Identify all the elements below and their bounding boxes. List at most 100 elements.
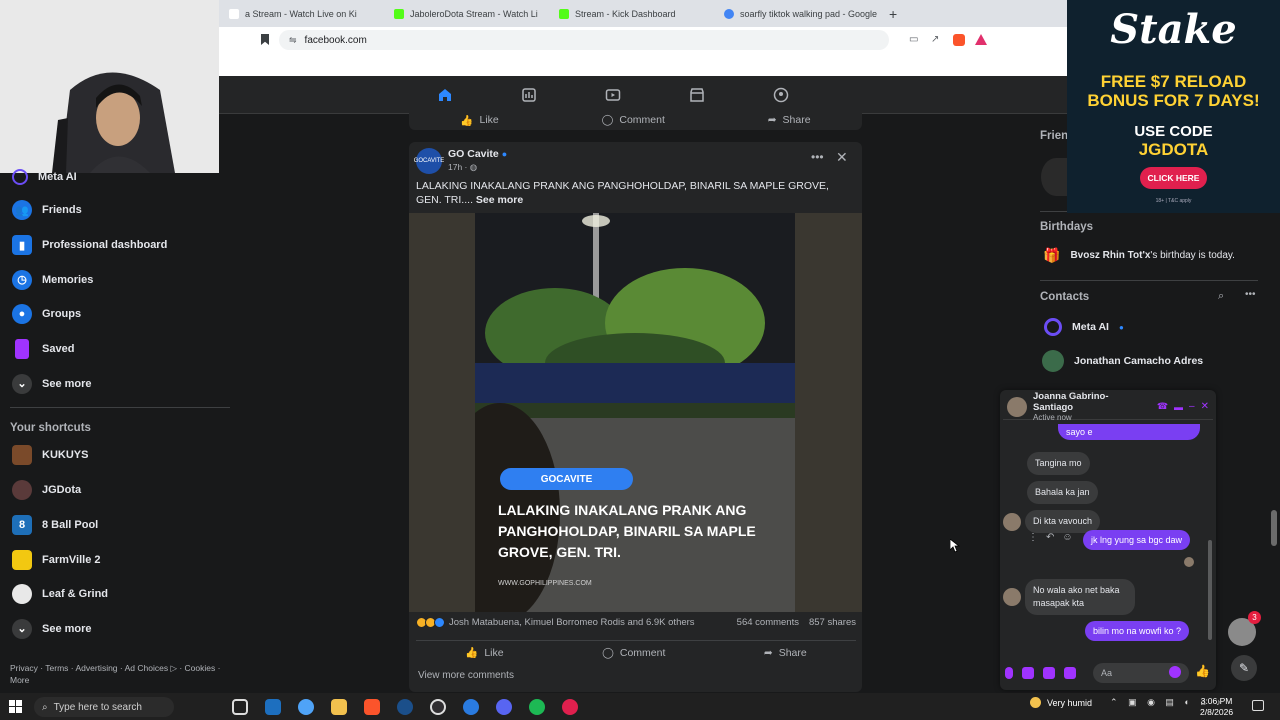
shortcut-leaf-and-grind[interactable]: Leaf & Grind xyxy=(0,577,240,612)
more-options-icon[interactable]: ••• xyxy=(1245,289,1256,300)
contact-meta-ai[interactable]: Meta AI ● xyxy=(1032,310,1124,344)
shortcut-kukuys[interactable]: KUKUYS xyxy=(0,438,240,473)
file-explorer-icon[interactable] xyxy=(331,699,347,715)
call-icon[interactable]: ☎ xyxy=(1157,401,1168,412)
discord-icon[interactable] xyxy=(496,699,512,715)
dashboard-icon: ▮ xyxy=(12,235,32,256)
sidebar-item-friends[interactable]: 👥 Friends xyxy=(0,193,240,228)
contact-jonathan[interactable]: Jonathan Camacho Adres xyxy=(1032,344,1203,378)
bookmark-icon[interactable] xyxy=(261,34,269,45)
close-chat-icon[interactable]: ✕ xyxy=(1201,401,1209,412)
page-avatar[interactable]: GOCAVITE xyxy=(414,148,444,174)
chat-header[interactable]: Joanna Gabrino-Santiago Active now ☎ ▬ –… xyxy=(1003,391,1213,422)
post-timestamp[interactable]: 17h · ◍ xyxy=(448,162,477,173)
shortcut-jgdota[interactable]: JGDota xyxy=(0,473,240,508)
notifications-icon[interactable] xyxy=(1252,700,1264,711)
comment-button[interactable]: ◯ Comment xyxy=(602,647,665,659)
new-message-icon[interactable]: ✎ xyxy=(1231,655,1257,681)
video-call-icon[interactable]: ▬ xyxy=(1174,402,1183,412)
share-button[interactable]: ➦ Share xyxy=(768,114,811,126)
brave-rewards-icon[interactable] xyxy=(975,34,987,45)
sidebar-footer-links[interactable]: Privacy · Terms · Advertising · Ad Choic… xyxy=(10,662,230,686)
see-more-link[interactable]: See more xyxy=(476,194,523,206)
browser-tab[interactable]: Stream - Kick Dashboard xyxy=(549,0,714,27)
task-view-icon[interactable] xyxy=(232,699,248,715)
sidebar-item-saved[interactable]: Saved xyxy=(0,332,240,367)
weather-icon[interactable] xyxy=(1030,697,1041,708)
page-scrollbar[interactable] xyxy=(1271,510,1277,546)
feeds-icon[interactable] xyxy=(517,83,541,107)
sticker-icon[interactable] xyxy=(1043,667,1055,679)
address-bar-row: ⇋ facebook.com ▭ ↗ xyxy=(219,27,1067,53)
post-options-icon[interactable]: ••• xyxy=(811,150,824,164)
chat-scrollbar[interactable] xyxy=(1208,540,1212,640)
friend-requests-heading: Frien xyxy=(1040,130,1069,142)
spotify-icon[interactable] xyxy=(529,699,545,715)
birthday-row[interactable]: 🎁 Bvosz Rhin Tot'x's birthday is today. xyxy=(1043,247,1235,264)
minimize-icon[interactable]: – xyxy=(1189,401,1195,412)
more-icon[interactable]: ⋮ xyxy=(1028,532,1038,543)
reaction-names[interactable]: Josh Matabuena, Kimuel Borromeo Rodis an… xyxy=(449,617,695,628)
close-icon[interactable]: ✕ xyxy=(836,149,848,166)
like-label: Like xyxy=(479,114,499,126)
search-icon[interactable]: ⌕ xyxy=(1218,290,1224,303)
browser-tab[interactable]: soarfly tiktok walking pad - Google S xyxy=(714,0,879,27)
ad-code-label: USE CODE xyxy=(1134,123,1213,140)
vscode-icon[interactable] xyxy=(265,699,281,715)
comment-count[interactable]: 564 comments xyxy=(737,617,799,628)
like-button[interactable]: 👍 Like xyxy=(460,114,498,127)
google-icon xyxy=(724,8,734,19)
obs-icon[interactable] xyxy=(430,699,446,715)
marketplace-icon[interactable] xyxy=(685,83,709,107)
emoji-icon[interactable] xyxy=(1169,666,1181,678)
8-ball-pool-icon: 8 xyxy=(12,514,32,535)
sidebar-item-groups[interactable]: ● Groups xyxy=(0,297,240,332)
saved-icon xyxy=(15,339,29,360)
ad-click-button[interactable]: CLICK HERE xyxy=(1140,167,1207,189)
reactions-row[interactable]: Josh Matabuena, Kimuel Borromeo Rodis an… xyxy=(416,617,856,628)
brave-browser-icon[interactable] xyxy=(364,699,380,715)
windows-start-icon[interactable] xyxy=(9,700,22,713)
sidebar-item-see-more[interactable]: ⌄ See more xyxy=(0,366,240,401)
sidebar-item-professional-dashboard[interactable]: ▮ Professional dashboard xyxy=(0,228,240,263)
shortcut-8-ball-pool[interactable]: 8 8 Ball Pool xyxy=(0,508,240,543)
home-icon[interactable] xyxy=(433,83,457,107)
reply-icon[interactable]: ↶ xyxy=(1046,532,1054,543)
shortcuts-see-more[interactable]: ⌄ See more xyxy=(0,612,240,647)
gif-icon[interactable] xyxy=(1064,667,1076,679)
react-icon[interactable]: ☺ xyxy=(1062,532,1072,543)
video-icon[interactable] xyxy=(601,83,625,107)
comment-button[interactable]: ◯ Comment xyxy=(602,114,665,126)
photo-icon[interactable] xyxy=(1022,667,1034,679)
weather-text[interactable]: Very humid xyxy=(1047,698,1092,708)
brave-shield-icon[interactable] xyxy=(953,34,965,46)
sidebar-item-meta-ai[interactable]: Meta AI xyxy=(0,169,240,185)
view-more-comments[interactable]: View more comments xyxy=(418,670,514,681)
like-button[interactable]: 👍 Like xyxy=(465,646,504,660)
comment-icon: ◯ xyxy=(602,646,614,659)
url-field[interactable]: ⇋ facebook.com xyxy=(279,30,889,50)
new-tab-button[interactable]: + xyxy=(879,6,907,22)
cast-icon[interactable]: ▭ xyxy=(909,34,921,46)
browser-tab[interactable]: a Stream - Watch Live on Ki xyxy=(219,0,384,27)
browser-tab[interactable]: JaboleroDota Stream - Watch Li xyxy=(384,0,549,27)
site-info-icon[interactable]: ⇋ xyxy=(289,35,297,46)
like-label: Like xyxy=(484,646,504,659)
groups-nav-icon[interactable] xyxy=(769,83,793,107)
page-name[interactable]: GO Cavite ● xyxy=(448,148,507,160)
share-count[interactable]: 857 shares xyxy=(809,617,856,628)
taskbar-clock[interactable]: 3:06 PM 2/8/2026 xyxy=(1200,696,1233,718)
sidebar-item-label: Saved xyxy=(42,343,75,356)
steam-icon[interactable] xyxy=(397,699,413,715)
recorder-icon[interactable] xyxy=(562,699,578,715)
share-icon[interactable]: ↗ xyxy=(931,34,943,46)
birthday-text: 's birthday is today. xyxy=(1150,250,1235,261)
share-button[interactable]: ➦ Share xyxy=(764,647,807,659)
copilot-icon[interactable] xyxy=(298,699,314,715)
shortcut-farmville-2[interactable]: FarmVille 2 xyxy=(0,542,240,577)
taskbar-search[interactable]: ⌕ Type here to search xyxy=(34,697,174,717)
microphone-icon[interactable] xyxy=(1005,667,1013,679)
app-icon[interactable] xyxy=(463,699,479,715)
thumbs-up-icon[interactable]: 👍 xyxy=(1195,664,1210,678)
sidebar-item-memories[interactable]: ◷ Memories xyxy=(0,262,240,297)
